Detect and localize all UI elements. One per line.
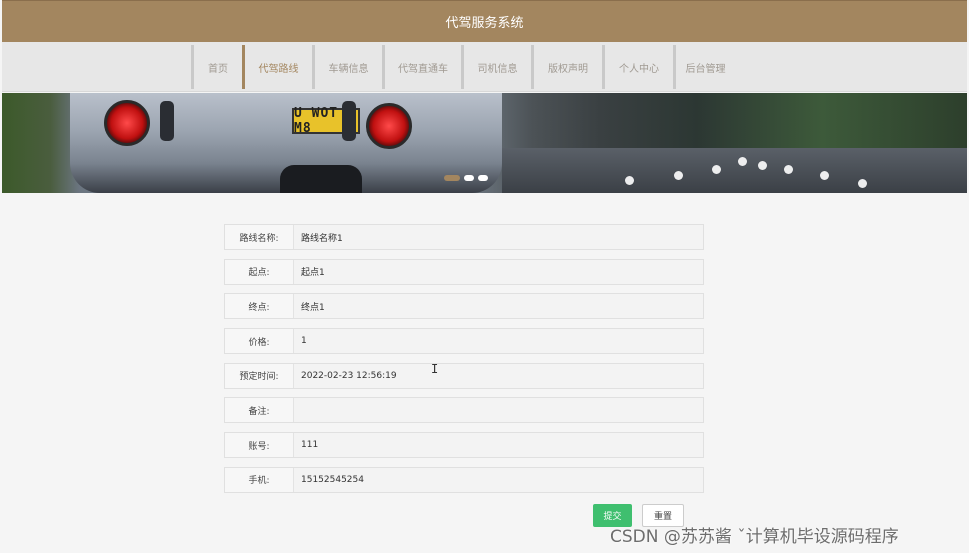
carousel-dot[interactable] <box>478 175 488 181</box>
nav-item-routes[interactable]: 代驾路线 <box>242 45 312 89</box>
form-row-account: 账号: <box>224 432 704 459</box>
route-booking-form: 路线名称: 起点: 终点: 价格: 预定时间: 备注: 账号: 手机: <box>224 224 704 502</box>
tail-light-right <box>366 103 412 149</box>
nav-item-admin[interactable]: 后台管理 <box>673 45 735 89</box>
form-row-route-name: 路线名称: <box>224 224 704 250</box>
nav-bar: 首页 代驾路线 车辆信息 代驾直通车 司机信息 版权声明 个人中心 后台管理 <box>2 42 967 92</box>
nav-item-copyright[interactable]: 版权声明 <box>531 45 602 89</box>
hero-banner[interactable]: U WOT M8 <box>2 93 967 193</box>
field-label: 价格: <box>225 329 294 354</box>
banner-road <box>502 148 967 193</box>
field-label: 预定时间: <box>225 363 294 388</box>
bokeh-light <box>625 176 634 185</box>
nav-item-vehicles[interactable]: 车辆信息 <box>312 45 382 89</box>
price-input[interactable] <box>294 329 703 354</box>
carousel-indicators <box>444 175 488 181</box>
bokeh-light <box>820 171 829 180</box>
carousel-dot[interactable] <box>444 175 460 181</box>
nav-menu: 首页 代驾路线 车辆信息 代驾直通车 司机信息 版权声明 个人中心 后台管理 <box>191 45 735 89</box>
end-point-input[interactable] <box>294 294 703 319</box>
bokeh-light <box>784 165 793 174</box>
field-label: 路线名称: <box>225 225 294 249</box>
tail-light-left <box>104 100 150 146</box>
form-row-booking-time: 预定时间: <box>224 362 704 389</box>
bokeh-light <box>712 165 721 174</box>
banner-car-image: U WOT M8 <box>70 93 502 193</box>
form-row-end: 终点: <box>224 293 704 320</box>
bokeh-light <box>858 179 867 188</box>
carousel-dot[interactable] <box>464 175 474 181</box>
text-cursor-icon: I <box>431 362 439 376</box>
field-label: 终点: <box>225 294 294 319</box>
route-name-input[interactable] <box>294 225 703 249</box>
bokeh-light <box>674 171 683 180</box>
phone-input[interactable] <box>294 467 703 492</box>
field-label: 手机: <box>225 467 294 492</box>
form-row-price: 价格: <box>224 328 704 355</box>
form-row-start: 起点: <box>224 258 704 285</box>
field-label: 起点: <box>225 259 294 284</box>
nav-item-express[interactable]: 代驾直通车 <box>382 45 461 89</box>
car-vent-left <box>160 101 174 141</box>
start-point-input[interactable] <box>294 259 703 284</box>
form-row-phone: 手机: <box>224 466 704 493</box>
car-vent-right <box>342 101 356 141</box>
app-header: 代驾服务系统 <box>2 0 967 42</box>
car-exhaust <box>280 165 362 193</box>
field-label: 账号: <box>225 433 294 458</box>
nav-item-profile[interactable]: 个人中心 <box>602 45 673 89</box>
app-title: 代驾服务系统 <box>445 16 524 31</box>
bokeh-light <box>758 161 767 170</box>
nav-item-drivers[interactable]: 司机信息 <box>461 45 531 89</box>
watermark: CSDN @苏苏酱 ˇ计算机毕设源码程序 <box>610 527 899 547</box>
form-row-remarks: 备注: <box>224 397 704 424</box>
nav-item-home[interactable]: 首页 <box>191 45 242 89</box>
remarks-input[interactable] <box>294 398 703 423</box>
booking-time-input[interactable] <box>294 363 703 388</box>
account-input[interactable] <box>294 433 703 458</box>
field-label: 备注: <box>225 398 294 423</box>
bokeh-light <box>738 157 747 166</box>
